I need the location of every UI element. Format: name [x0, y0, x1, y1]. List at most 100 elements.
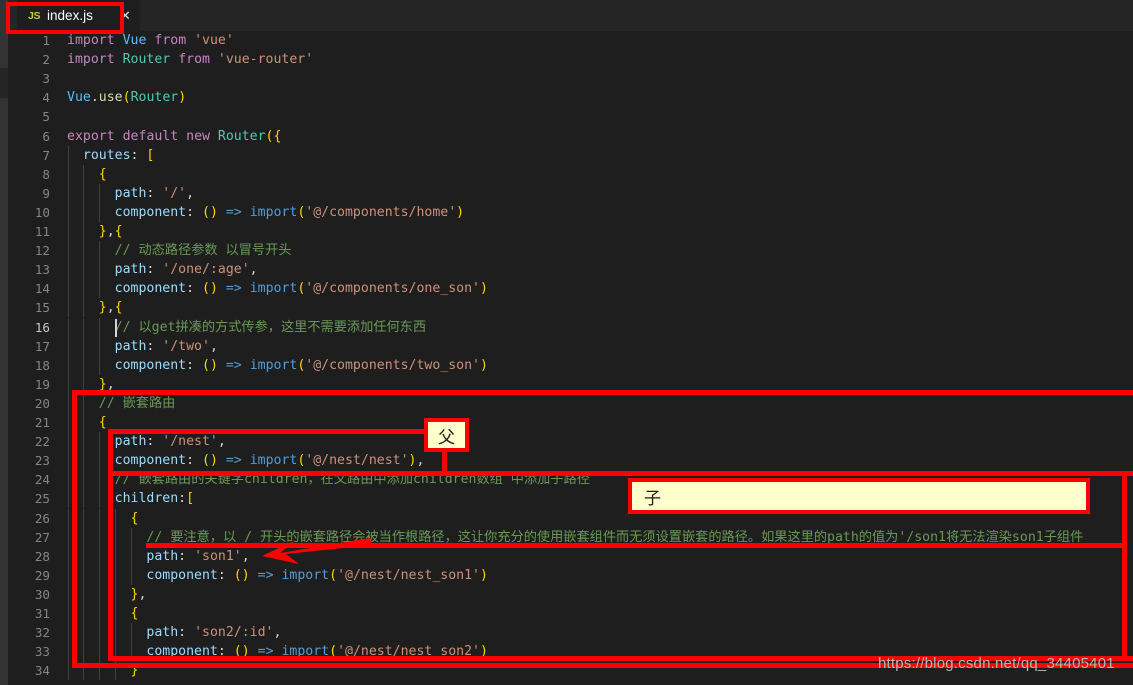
indent-guide	[67, 565, 69, 585]
code-line[interactable]: 25 children:[	[8, 489, 1133, 509]
code-text: component: () => import('@/components/ho…	[114, 204, 465, 220]
indent-guide	[83, 661, 85, 681]
code-line[interactable]: 18 component: () => import('@/components…	[8, 355, 1133, 375]
code-line[interactable]: 27 // 要注意，以 / 开头的嵌套路径会被当作根路径，这让你充分的使用嵌套组…	[8, 527, 1133, 547]
indent-guide	[99, 661, 101, 681]
line-number: 2	[42, 52, 50, 68]
code-line[interactable]: 33 component: () => import('@/nest/nest_…	[8, 642, 1133, 662]
code-line[interactable]: 6 export default new Router({	[8, 127, 1133, 146]
indent-guide	[67, 451, 69, 471]
indent-guide	[83, 374, 85, 394]
code-line[interactable]: 29 component: () => import('@/nest/nest_…	[8, 565, 1133, 585]
line-number: 32	[34, 625, 50, 641]
indent-guide	[83, 565, 85, 585]
indent-guide	[83, 241, 85, 261]
indent-guide	[83, 393, 85, 413]
code-line[interactable]: 3	[8, 69, 1133, 88]
code-line[interactable]: 32 path: 'son2/:id',	[8, 623, 1133, 643]
code-text: path: '/one/:age',	[114, 262, 258, 278]
indent-guide	[83, 623, 85, 643]
code-line[interactable]: 7 routes: [	[8, 145, 1133, 165]
code-text: import Router from 'vue-router'	[67, 52, 314, 68]
activity-bar-notch	[0, 68, 8, 98]
code-line[interactable]: 14 component: () => import('@/components…	[8, 279, 1133, 299]
indent-guide	[67, 413, 69, 433]
code-line[interactable]: 23 component: () => import('@/nest/nest'…	[8, 451, 1133, 471]
line-number: 23	[34, 453, 50, 469]
code-line[interactable]: 21 {	[8, 413, 1133, 433]
code-editor[interactable]: 1 import Vue from 'vue' 2 import Router fro…	[8, 31, 1133, 685]
code-line[interactable]: 17 path: '/two',	[8, 336, 1133, 356]
line-number: 11	[34, 224, 50, 239]
indent-guide	[67, 202, 69, 222]
tab-label: index.js	[47, 8, 93, 23]
indent-guide	[67, 661, 69, 681]
code-line[interactable]: 10 component: () => import('@/components…	[8, 202, 1133, 222]
indent-guide	[99, 279, 101, 299]
indent-guide	[99, 527, 101, 547]
code-text: routes: [	[82, 147, 155, 163]
indent-guide	[99, 565, 101, 585]
code-line[interactable]: 9 path: '/',	[8, 183, 1133, 203]
indent-guide	[115, 565, 117, 585]
code-text: path: 'son1',	[146, 548, 250, 564]
indent-guide	[99, 584, 101, 604]
code-line[interactable]: 24 // 嵌套路由的关键字children，在父路由中添加children数组…	[8, 470, 1133, 490]
code-line[interactable]: 15 },{	[8, 298, 1133, 318]
indent-guide	[130, 546, 132, 566]
code-line[interactable]: 20 // 嵌套路由	[8, 393, 1133, 413]
indent-guide	[99, 642, 101, 662]
code-text: component: () => import('@/nest/nest'),	[114, 453, 425, 469]
code-line[interactable]: 30 },	[8, 584, 1133, 604]
indent-guide	[83, 279, 85, 299]
code-line[interactable]: 13 path: '/one/:age',	[8, 260, 1133, 280]
code-line[interactable]: 31 {	[8, 604, 1133, 624]
line-number: 1	[42, 33, 50, 48]
line-number: 15	[34, 300, 50, 316]
code-text: import Vue from 'vue'	[67, 33, 234, 48]
indent-guide	[83, 489, 85, 509]
code-lines-container: 1 import Vue from 'vue' 2 import Router fro…	[8, 31, 1133, 685]
indent-guide	[99, 336, 101, 356]
code-line[interactable]: 5	[8, 107, 1133, 126]
close-icon[interactable]: ✕	[120, 9, 131, 22]
indent-guide	[67, 470, 69, 490]
indent-guide	[83, 202, 85, 222]
indent-guide	[67, 374, 69, 394]
code-line[interactable]: 19 },	[8, 374, 1133, 394]
line-number: 5	[42, 109, 50, 125]
code-line[interactable]: 26 {	[8, 508, 1133, 528]
code-line[interactable]: 12 // 动态路径参数 以冒号开头	[8, 241, 1133, 261]
line-number: 16	[34, 319, 50, 335]
code-line[interactable]: 16 // 以get拼凑的方式传参，这里不需要添加任何东西	[8, 317, 1133, 337]
code-line[interactable]: 2 import Router from 'vue-router'	[8, 50, 1133, 69]
line-number: 27	[34, 529, 50, 545]
indent-guide	[99, 489, 101, 509]
tab-index-js[interactable]: JS index.js ✕	[17, 0, 140, 31]
indent-guide	[67, 604, 69, 624]
indent-guide	[99, 202, 101, 222]
indent-guide	[67, 145, 69, 165]
indent-guide	[115, 642, 117, 662]
code-line[interactable]: 8 {	[8, 164, 1133, 184]
code-line[interactable]: 28 path: 'son1',	[8, 546, 1133, 566]
indent-guide	[67, 164, 69, 184]
line-number: 13	[34, 262, 50, 278]
code-line[interactable]: 22 path: '/nest',	[8, 432, 1133, 452]
code-line[interactable]: 11 },{	[8, 222, 1133, 242]
indent-guide	[115, 527, 117, 547]
code-text: }	[130, 663, 139, 679]
indent-guide	[83, 432, 85, 452]
indent-guide	[67, 508, 69, 528]
code-line[interactable]: 34 }	[8, 661, 1133, 681]
indent-guide	[67, 393, 69, 413]
indent-guide	[83, 317, 85, 337]
indent-guide	[99, 451, 101, 471]
line-number: 31	[34, 606, 50, 621]
code-line[interactable]: 1 import Vue from 'vue'	[8, 31, 1133, 50]
line-number: 21	[34, 415, 50, 430]
line-number: 17	[34, 338, 50, 354]
code-line[interactable]: 4 Vue.use(Router)	[8, 88, 1133, 107]
indent-guide	[99, 508, 101, 528]
code-text: export default new Router({	[67, 128, 282, 144]
